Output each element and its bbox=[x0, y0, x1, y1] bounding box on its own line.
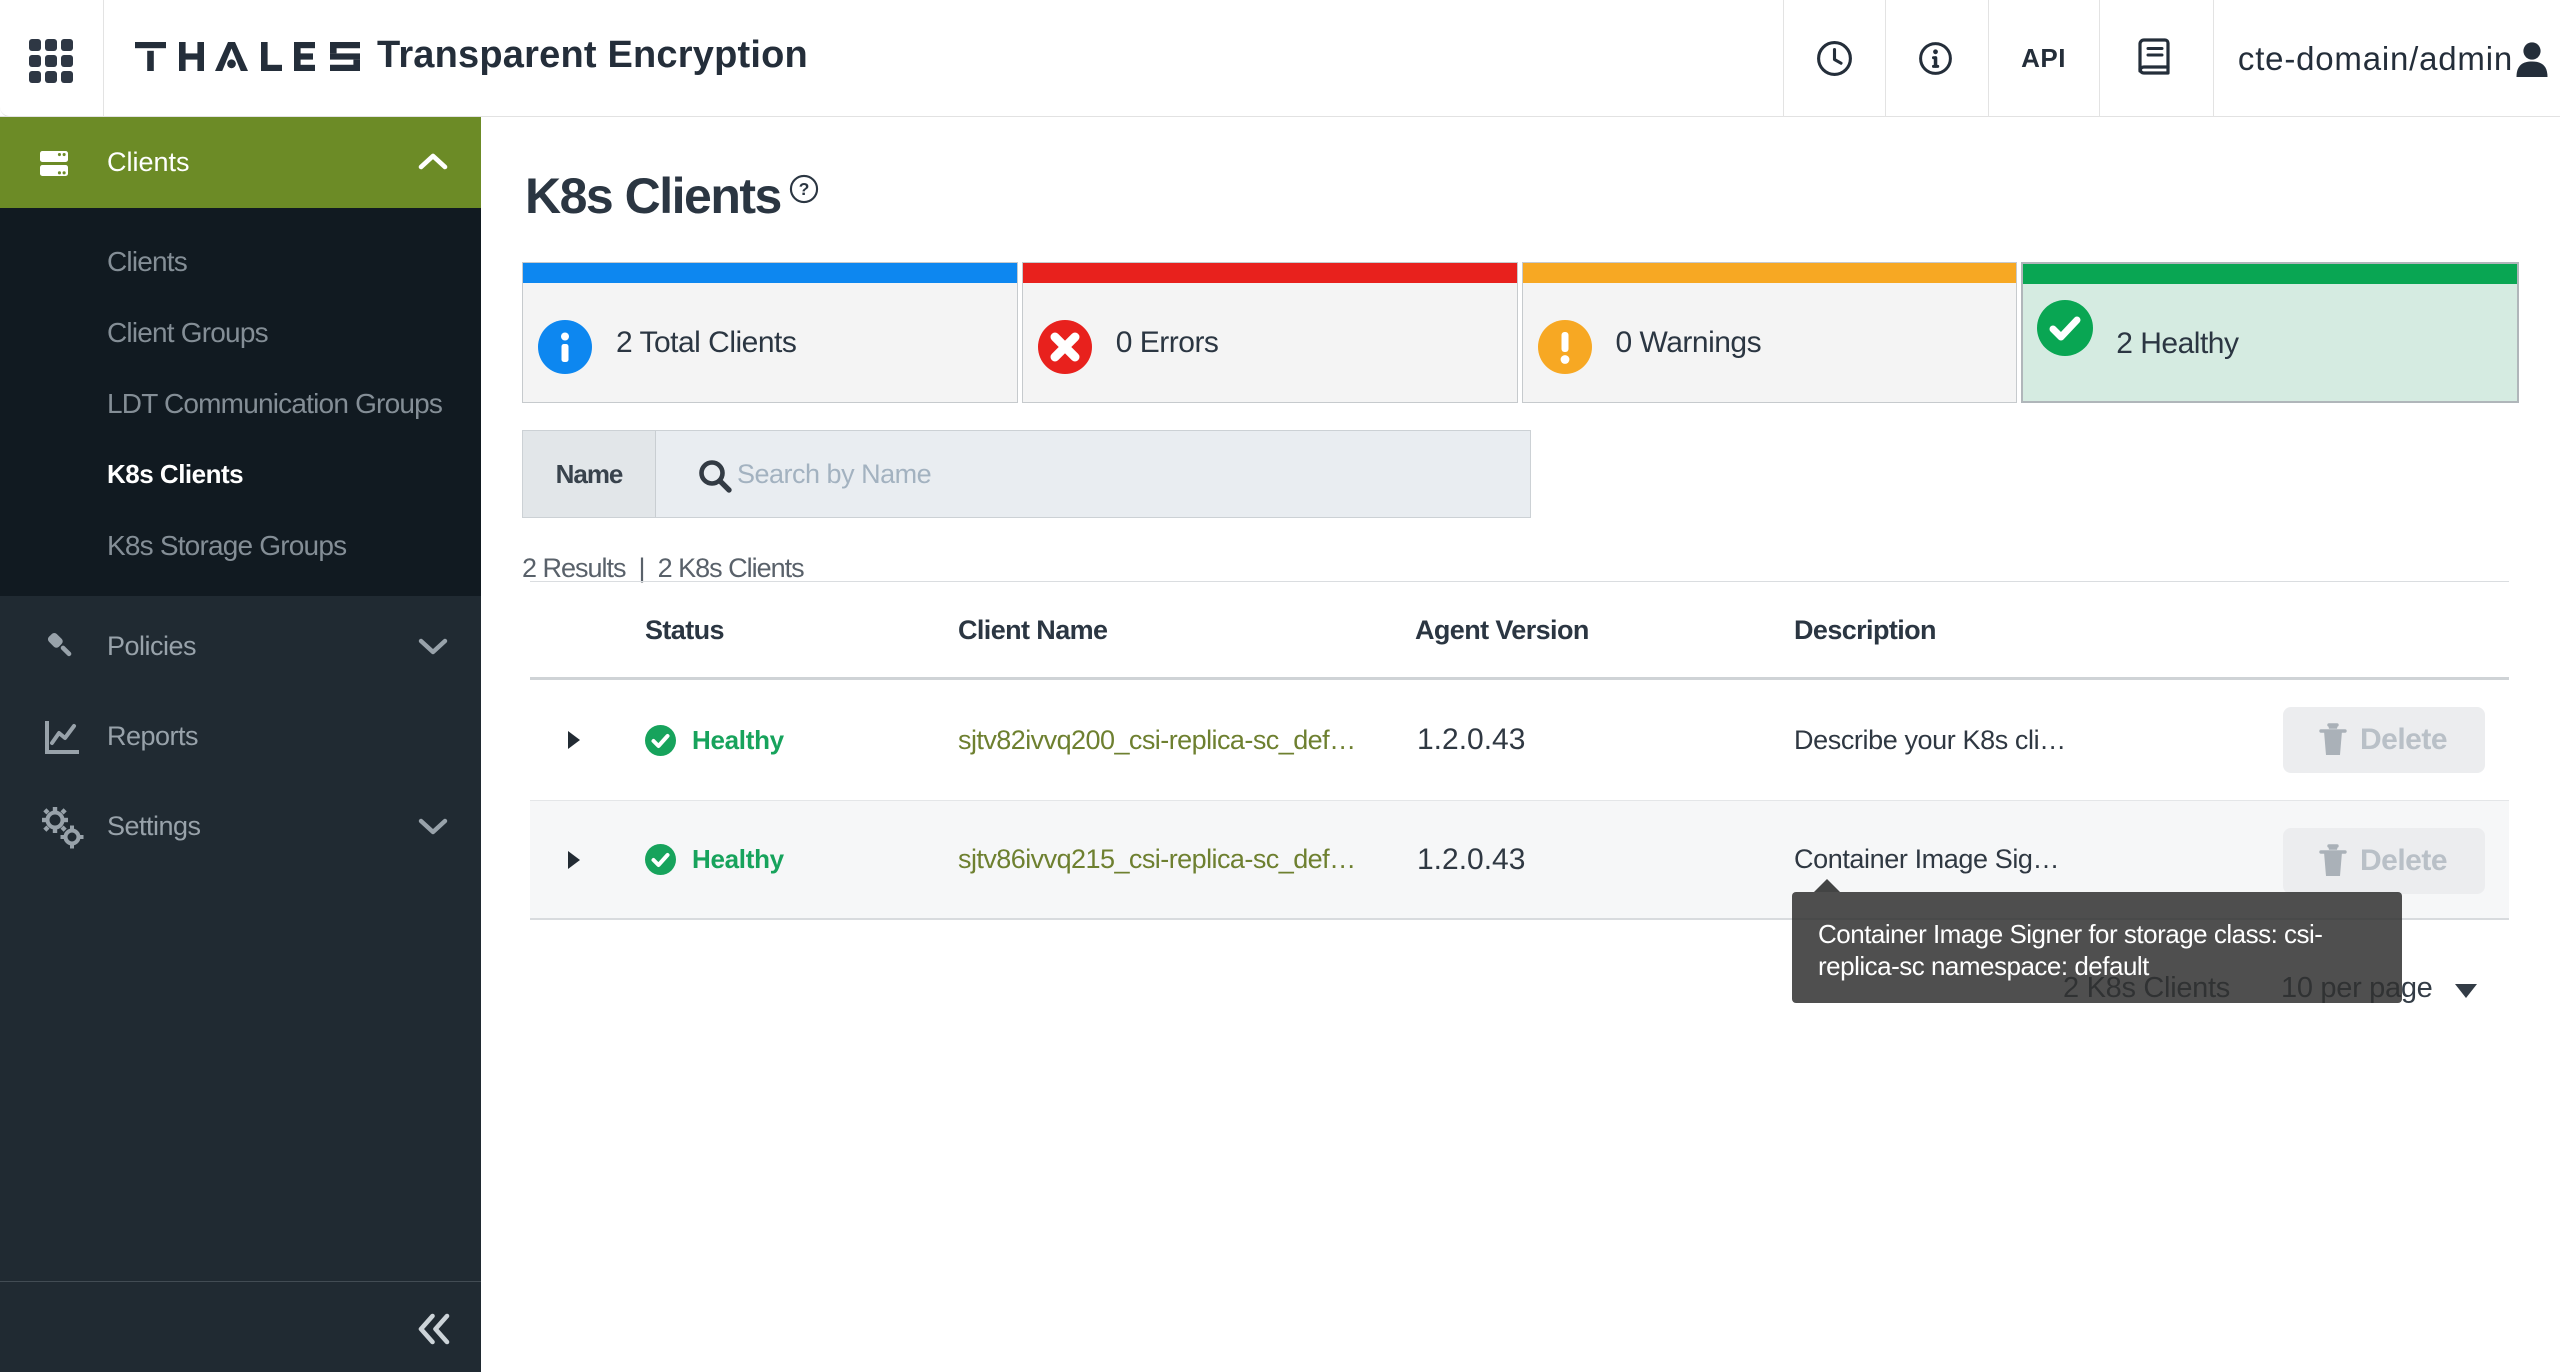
svg-text:?: ? bbox=[799, 179, 810, 199]
